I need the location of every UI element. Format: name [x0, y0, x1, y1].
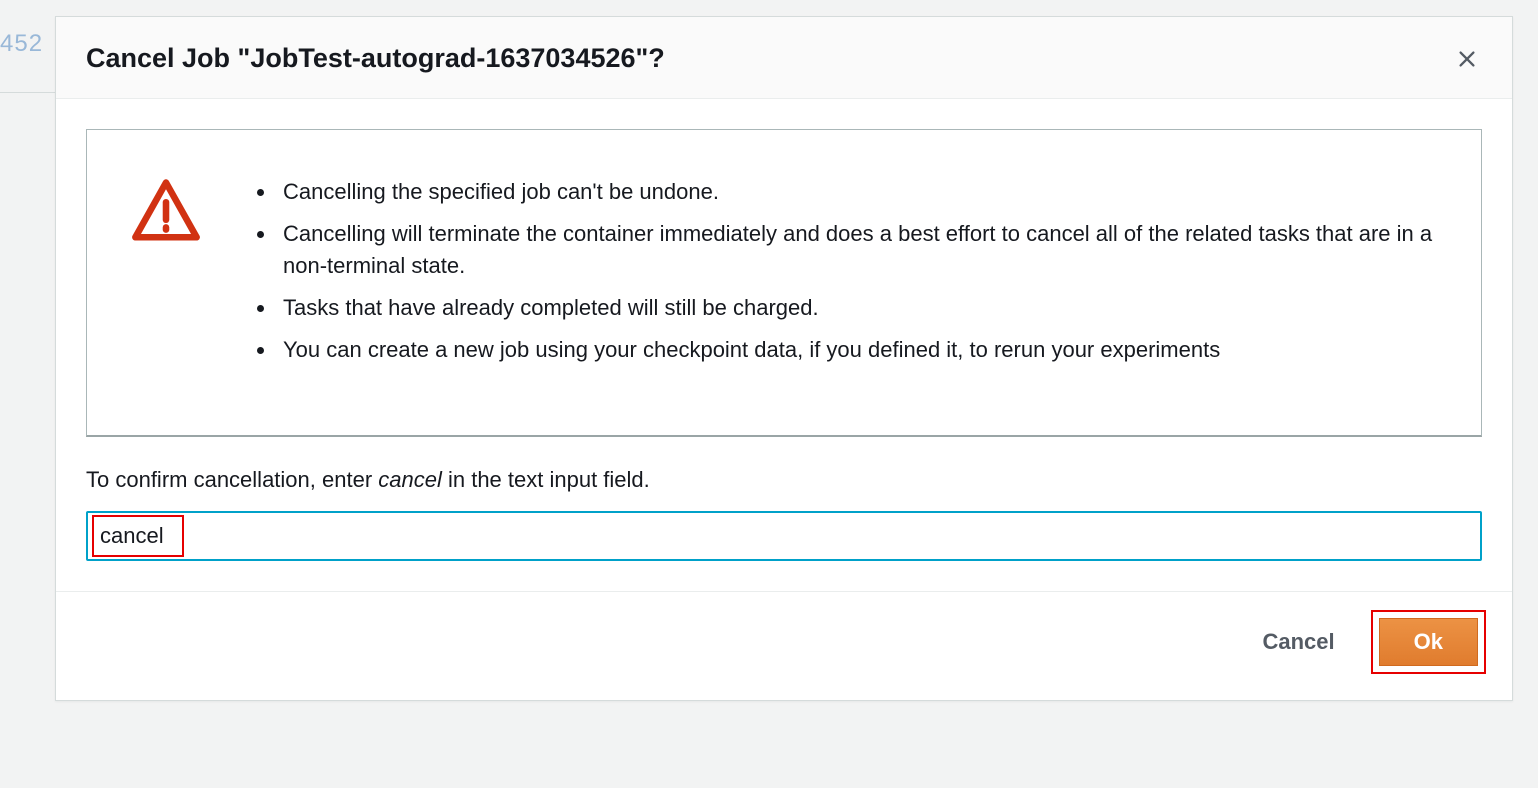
input-callout-highlight: [92, 515, 184, 557]
ok-button[interactable]: Ok: [1379, 618, 1478, 666]
close-button[interactable]: [1452, 44, 1482, 74]
confirm-instruction: To confirm cancellation, enter cancel in…: [86, 467, 1482, 493]
ok-button-highlight: Ok: [1371, 610, 1486, 674]
warning-icon: [131, 176, 201, 251]
background-divider: [0, 92, 55, 93]
modal-footer: Cancel Ok: [56, 591, 1512, 700]
modal-title: Cancel Job "JobTest-autograd-1637034526"…: [86, 43, 665, 74]
warning-item: Cancelling will terminate the container …: [277, 218, 1441, 282]
confirm-input[interactable]: [98, 517, 178, 555]
modal-body: Cancelling the specified job can't be un…: [56, 99, 1512, 591]
confirm-instruction-post: in the text input field.: [442, 467, 650, 492]
cancel-job-modal: Cancel Job "JobTest-autograd-1637034526"…: [55, 16, 1513, 701]
warning-alert: Cancelling the specified job can't be un…: [86, 129, 1482, 437]
warning-item: You can create a new job using your chec…: [277, 334, 1441, 366]
confirm-instruction-pre: To confirm cancellation, enter: [86, 467, 378, 492]
confirm-keyword: cancel: [378, 467, 442, 492]
confirm-section: To confirm cancellation, enter cancel in…: [86, 467, 1482, 561]
confirm-input-container[interactable]: [86, 511, 1482, 561]
warning-list: Cancelling the specified job can't be un…: [255, 176, 1441, 375]
background-partial-text: 452: [0, 30, 43, 58]
warning-item: Cancelling the specified job can't be un…: [277, 176, 1441, 208]
warning-item: Tasks that have already completed will s…: [277, 292, 1441, 324]
modal-header: Cancel Job "JobTest-autograd-1637034526"…: [56, 17, 1512, 99]
cancel-button[interactable]: Cancel: [1244, 617, 1352, 667]
close-icon: [1456, 48, 1478, 70]
